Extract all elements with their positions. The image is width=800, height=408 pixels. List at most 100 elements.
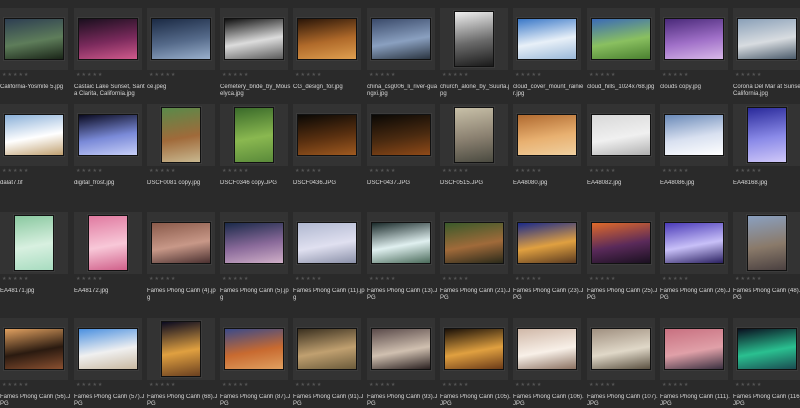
rating-stars[interactable]: ★★★★★ bbox=[149, 72, 176, 78]
thumbnail-image[interactable] bbox=[297, 328, 357, 370]
thumbnail-image[interactable] bbox=[78, 18, 138, 60]
rating-stars[interactable]: ★★★★★ bbox=[222, 382, 249, 388]
rating-stars[interactable]: ★★★★★ bbox=[2, 276, 29, 282]
thumbnail-frame[interactable] bbox=[733, 104, 800, 166]
thumbnail-image[interactable] bbox=[664, 114, 724, 156]
thumbnail-frame[interactable] bbox=[147, 212, 215, 274]
thumbnail-image[interactable] bbox=[4, 114, 64, 156]
rating-stars[interactable]: ★★★★★ bbox=[149, 276, 176, 282]
rating-stars[interactable]: ★★★★★ bbox=[589, 72, 616, 78]
rating-stars[interactable]: ★★★★★ bbox=[735, 72, 762, 78]
rating-stars[interactable]: ★★★★★ bbox=[76, 276, 103, 282]
thumbnail-frame[interactable] bbox=[220, 318, 288, 380]
thumbnail-frame[interactable] bbox=[147, 318, 215, 380]
thumbnail-frame[interactable] bbox=[587, 8, 655, 70]
thumbnail-image[interactable] bbox=[371, 18, 431, 60]
rating-stars[interactable]: ★★★★★ bbox=[515, 72, 542, 78]
rating-stars[interactable]: ★★★★★ bbox=[222, 168, 249, 174]
rating-stars[interactable]: ★★★★★ bbox=[442, 72, 469, 78]
thumbnail-image[interactable] bbox=[747, 215, 787, 271]
rating-stars[interactable]: ★★★★★ bbox=[589, 382, 616, 388]
thumbnail-frame[interactable] bbox=[0, 104, 68, 166]
rating-stars[interactable]: ★★★★★ bbox=[295, 168, 322, 174]
thumbnail-image[interactable] bbox=[224, 18, 284, 60]
thumbnail-frame[interactable] bbox=[660, 212, 728, 274]
thumbnail-frame[interactable] bbox=[513, 8, 581, 70]
rating-stars[interactable]: ★★★★★ bbox=[369, 72, 396, 78]
thumbnail-image[interactable] bbox=[297, 222, 357, 264]
thumbnail-frame[interactable] bbox=[440, 104, 508, 166]
thumbnail-image[interactable] bbox=[517, 114, 577, 156]
thumbnail-image[interactable] bbox=[737, 18, 797, 60]
thumbnail-frame[interactable] bbox=[440, 8, 508, 70]
rating-stars[interactable]: ★★★★★ bbox=[442, 276, 469, 282]
rating-stars[interactable]: ★★★★★ bbox=[222, 276, 249, 282]
rating-stars[interactable]: ★★★★★ bbox=[369, 168, 396, 174]
thumbnail-frame[interactable] bbox=[220, 212, 288, 274]
thumbnail-frame[interactable] bbox=[74, 212, 142, 274]
thumbnail-image[interactable] bbox=[454, 11, 494, 67]
thumbnail-image[interactable] bbox=[591, 18, 651, 60]
thumbnail-image[interactable] bbox=[664, 328, 724, 370]
thumbnail-frame[interactable] bbox=[220, 8, 288, 70]
rating-stars[interactable]: ★★★★★ bbox=[589, 276, 616, 282]
rating-stars[interactable]: ★★★★★ bbox=[76, 382, 103, 388]
thumbnail-frame[interactable] bbox=[513, 104, 581, 166]
thumbnail-image[interactable] bbox=[224, 328, 284, 370]
thumbnail-frame[interactable] bbox=[293, 104, 361, 166]
rating-stars[interactable]: ★★★★★ bbox=[76, 168, 103, 174]
thumbnail-image[interactable] bbox=[664, 222, 724, 264]
thumbnail-frame[interactable] bbox=[74, 318, 142, 380]
rating-stars[interactable]: ★★★★★ bbox=[2, 72, 29, 78]
thumbnail-frame[interactable] bbox=[513, 318, 581, 380]
thumbnail-image[interactable] bbox=[591, 328, 651, 370]
rating-stars[interactable]: ★★★★★ bbox=[735, 168, 762, 174]
thumbnail-image[interactable] bbox=[161, 107, 201, 163]
thumbnail-frame[interactable] bbox=[440, 212, 508, 274]
thumbnail-frame[interactable] bbox=[733, 318, 800, 380]
thumbnail-frame[interactable] bbox=[440, 318, 508, 380]
thumbnail-frame[interactable] bbox=[660, 318, 728, 380]
thumbnail-frame[interactable] bbox=[367, 318, 435, 380]
thumbnail-image[interactable] bbox=[297, 114, 357, 156]
rating-stars[interactable]: ★★★★★ bbox=[2, 168, 29, 174]
thumbnail-frame[interactable] bbox=[513, 212, 581, 274]
thumbnail-frame[interactable] bbox=[660, 8, 728, 70]
thumbnail-image[interactable] bbox=[371, 222, 431, 264]
rating-stars[interactable]: ★★★★★ bbox=[295, 72, 322, 78]
thumbnail-image[interactable] bbox=[4, 328, 64, 370]
thumbnail-image[interactable] bbox=[78, 328, 138, 370]
thumbnail-image[interactable] bbox=[4, 18, 64, 60]
rating-stars[interactable]: ★★★★★ bbox=[735, 382, 762, 388]
rating-stars[interactable]: ★★★★★ bbox=[2, 382, 29, 388]
rating-stars[interactable]: ★★★★★ bbox=[442, 382, 469, 388]
thumbnail-frame[interactable] bbox=[293, 318, 361, 380]
thumbnail-image[interactable] bbox=[737, 328, 797, 370]
thumbnail-frame[interactable] bbox=[587, 212, 655, 274]
thumbnail-frame[interactable] bbox=[74, 8, 142, 70]
thumbnail-image[interactable] bbox=[454, 107, 494, 163]
thumbnail-frame[interactable] bbox=[660, 104, 728, 166]
thumbnail-frame[interactable] bbox=[587, 318, 655, 380]
thumbnail-image[interactable] bbox=[517, 328, 577, 370]
thumbnail-frame[interactable] bbox=[293, 8, 361, 70]
rating-stars[interactable]: ★★★★★ bbox=[515, 276, 542, 282]
thumbnail-frame[interactable] bbox=[733, 212, 800, 274]
thumbnail-image[interactable] bbox=[297, 18, 357, 60]
thumbnail-image[interactable] bbox=[234, 107, 274, 163]
thumbnail-frame[interactable] bbox=[733, 8, 800, 70]
thumbnail-image[interactable] bbox=[14, 215, 54, 271]
thumbnail-image[interactable] bbox=[224, 222, 284, 264]
thumbnail-image[interactable] bbox=[517, 222, 577, 264]
rating-stars[interactable]: ★★★★★ bbox=[149, 168, 176, 174]
rating-stars[interactable]: ★★★★★ bbox=[662, 276, 689, 282]
thumbnail-frame[interactable] bbox=[74, 104, 142, 166]
rating-stars[interactable]: ★★★★★ bbox=[295, 382, 322, 388]
thumbnail-frame[interactable] bbox=[147, 104, 215, 166]
thumbnail-image[interactable] bbox=[371, 328, 431, 370]
thumbnail-image[interactable] bbox=[517, 18, 577, 60]
thumbnail-image[interactable] bbox=[151, 222, 211, 264]
rating-stars[interactable]: ★★★★★ bbox=[442, 168, 469, 174]
rating-stars[interactable]: ★★★★★ bbox=[662, 168, 689, 174]
thumbnail-image[interactable] bbox=[747, 107, 787, 163]
